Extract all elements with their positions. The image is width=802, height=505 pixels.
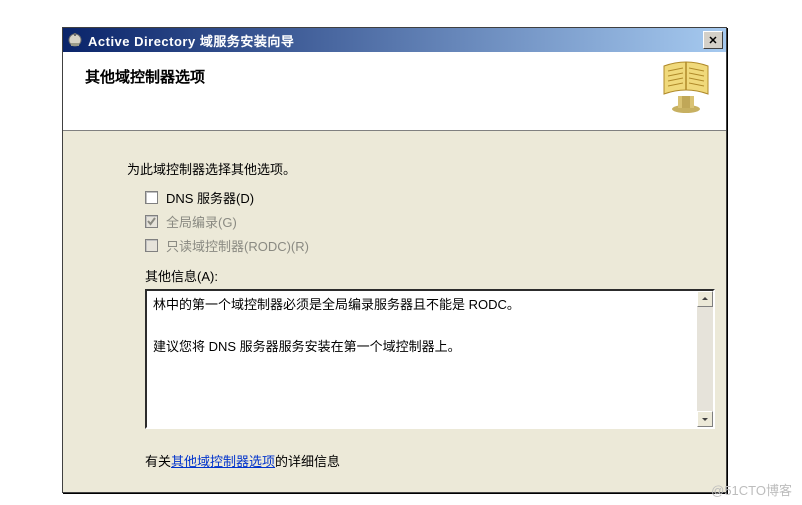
instruction-text: 为此域控制器选择其他选项。 <box>127 159 690 178</box>
option-rodc-label: 只读域控制器(RODC)(R) <box>166 236 309 255</box>
book-icon <box>660 60 712 115</box>
other-info-label: 其他信息(A): <box>145 266 690 285</box>
scroll-track[interactable] <box>697 307 713 411</box>
chevron-up-icon <box>701 295 709 303</box>
other-info-box: 林中的第一个域控制器必须是全局编录服务器且不能是 RODC。 建议您将 DNS … <box>145 289 715 429</box>
window-title: Active Directory 域服务安装向导 <box>88 31 703 50</box>
scrollbar-vertical[interactable] <box>697 291 713 427</box>
wizard-header: 其他域控制器选项 <box>63 52 726 131</box>
scroll-down-button[interactable] <box>697 411 713 427</box>
close-icon: ✕ <box>708 34 717 47</box>
option-gc: 全局编录(G) <box>145 212 690 230</box>
title-bar[interactable]: Active Directory 域服务安装向导 ✕ <box>63 28 726 52</box>
footer-help-line: 有关其他域控制器选项的详细信息 <box>145 451 690 482</box>
app-icon <box>67 32 83 48</box>
option-dns[interactable]: DNS 服务器(D) <box>145 188 690 206</box>
wizard-dialog: Active Directory 域服务安装向导 ✕ 其他域控制器选项 <box>62 27 727 493</box>
scroll-up-button[interactable] <box>697 291 713 307</box>
footer-suffix: 的详细信息 <box>275 454 340 469</box>
check-icon <box>146 216 157 227</box>
option-dns-label: DNS 服务器(D) <box>166 188 254 207</box>
footer-help-link[interactable]: 其他域控制器选项 <box>171 454 275 469</box>
watermark: @51CTO博客 <box>711 480 792 499</box>
checkbox-dns[interactable] <box>145 191 158 204</box>
footer-prefix: 有关 <box>145 454 171 469</box>
close-button[interactable]: ✕ <box>703 31 723 49</box>
wizard-body: 为此域控制器选择其他选项。 DNS 服务器(D) 全局编录(G) 只读域控制器(… <box>63 131 726 492</box>
option-gc-label: 全局编录(G) <box>166 212 237 231</box>
chevron-down-icon <box>701 415 709 423</box>
checkbox-rodc <box>145 239 158 252</box>
option-rodc: 只读域控制器(RODC)(R) <box>145 236 690 254</box>
checkbox-gc <box>145 215 158 228</box>
page-title: 其他域控制器选项 <box>85 66 205 87</box>
other-info-text[interactable]: 林中的第一个域控制器必须是全局编录服务器且不能是 RODC。 建议您将 DNS … <box>147 291 697 427</box>
